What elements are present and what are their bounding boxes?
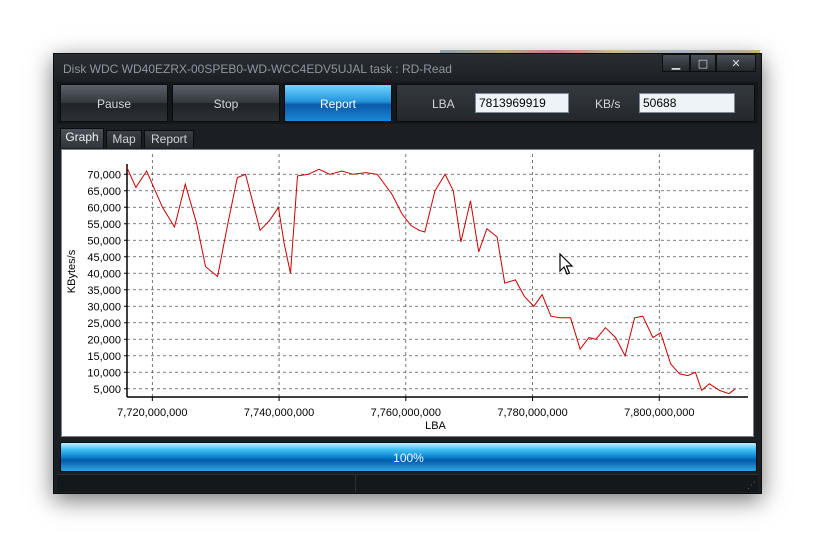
pause-button[interactable]: Pause	[60, 84, 168, 122]
y-tick-label: 20,000	[87, 334, 121, 346]
window-title: Disk WDC WD40EZRX-00SPEB0-WD-WCC4EDV5UJA…	[63, 62, 452, 76]
lba-field[interactable]: 7813969919	[475, 93, 569, 113]
stop-button[interactable]: Stop	[172, 84, 280, 122]
speed-series-line	[126, 167, 736, 395]
mouse-cursor-icon	[559, 253, 574, 275]
y-tick-label: 50,000	[87, 235, 121, 247]
y-tick-label: 10,000	[87, 367, 121, 379]
y-tick-label: 25,000	[87, 318, 121, 330]
maximize-button[interactable]: □	[690, 54, 716, 72]
graph-panel: 5,000 10,000 15,000 20,000 25,000 30,000 35,00…	[61, 149, 754, 437]
tab-bar: Graph Map Report	[57, 128, 758, 148]
y-tick-label: 55,000	[87, 219, 121, 231]
app-window: Disk WDC WD40EZRX-00SPEB0-WD-WCC4EDV5UJA…	[53, 53, 762, 494]
status-bar: ⋰	[57, 474, 758, 492]
x-tick-label: 7,760,000,000	[371, 407, 441, 419]
y-tick-label: 15,000	[87, 351, 121, 363]
y-tick-label: 5,000	[93, 384, 121, 396]
y-tick-label: 65,000	[87, 186, 121, 198]
kbs-label: KB/s	[595, 97, 621, 111]
tab-graph[interactable]: Graph	[60, 128, 104, 148]
x-tick-label: 7,800,000,000	[624, 407, 694, 419]
tab-map[interactable]: Map	[106, 130, 142, 148]
x-tick-label: 7,780,000,000	[497, 407, 567, 419]
x-tick-label: 7,720,000,000	[117, 407, 187, 419]
report-button[interactable]: Report	[284, 84, 392, 122]
progress-text: 100%	[393, 451, 424, 465]
lba-label: LBA	[432, 97, 455, 111]
progress-bar: 100%	[60, 442, 757, 472]
resize-grip-icon[interactable]: ⋰	[747, 481, 756, 491]
y-axis-label: KBytes/s	[66, 249, 78, 293]
y-tick-label: 30,000	[87, 301, 121, 313]
speed-chart: 5,000 10,000 15,000 20,000 25,000 30,000 35,00…	[66, 154, 748, 432]
toolbar: Pause Stop Report LBA 7813969919 KB/s 50…	[57, 82, 758, 124]
title-bar[interactable]: Disk WDC WD40EZRX-00SPEB0-WD-WCC4EDV5UJA…	[54, 54, 761, 80]
y-tick-label: 40,000	[87, 268, 121, 280]
minimize-button[interactable]: ▁	[662, 54, 690, 72]
y-tick-label: 60,000	[87, 202, 121, 214]
y-tick-label: 70,000	[87, 169, 121, 181]
tab-report[interactable]: Report	[144, 130, 194, 148]
status-fields-panel: LBA 7813969919 KB/s 50688	[396, 84, 755, 122]
status-pane	[57, 475, 356, 492]
x-tick-label: 7,740,000,000	[244, 407, 314, 419]
kbs-field[interactable]: 50688	[639, 93, 735, 113]
x-axis-label: LBA	[425, 420, 446, 432]
y-tick-label: 45,000	[87, 252, 121, 264]
y-tick-label: 35,000	[87, 285, 121, 297]
close-button[interactable]: ✕	[716, 54, 756, 72]
